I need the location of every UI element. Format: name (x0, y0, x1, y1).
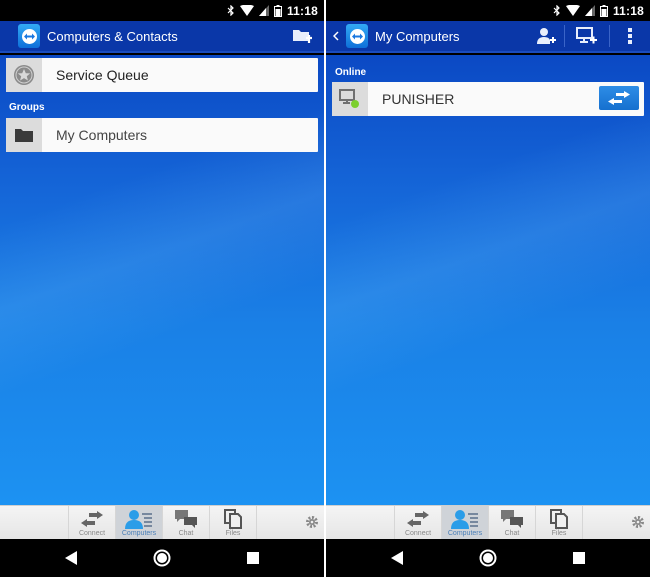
status-time: 11:18 (286, 3, 318, 18)
signal-icon (258, 5, 269, 16)
android-nav-bar (0, 539, 324, 577)
files-icon (224, 509, 242, 529)
nav-home-button[interactable] (142, 539, 182, 577)
back-button[interactable] (332, 29, 339, 44)
tab-label: Connect (78, 530, 106, 537)
content-area: Service Queue Groups My Computers (0, 55, 324, 505)
tab-label: Chat (504, 530, 520, 537)
computer-name: PUNISHER (382, 91, 455, 107)
tab-chat[interactable]: Chat (162, 506, 209, 539)
app-bar: Computers & Contacts (0, 21, 324, 53)
page-title: Computers & Contacts (47, 28, 178, 44)
more-options-button[interactable] (610, 21, 650, 51)
tab-label: Computers (121, 530, 157, 537)
teamviewer-logo-icon (18, 24, 40, 48)
tab-connect[interactable]: Connect (68, 506, 115, 539)
android-nav-bar (326, 539, 650, 577)
wifi-icon (239, 5, 254, 16)
bottom-tab-bar: Connect Computers Chat Files (326, 505, 650, 539)
signal-icon (584, 5, 595, 16)
group-item-my-computers[interactable]: My Computers (6, 118, 318, 152)
bluetooth-icon (227, 5, 234, 16)
folder-icon (15, 129, 33, 142)
nav-recents-button[interactable] (233, 539, 273, 577)
settings-button[interactable] (305, 515, 319, 534)
teamviewer-logo-icon (346, 24, 368, 48)
add-computer-icon (576, 27, 597, 44)
screen-my-computers: 11:18 My Computers Online PUNISHER Conne… (326, 0, 650, 577)
add-computer-button[interactable] (565, 21, 609, 51)
connect-arrows-icon (407, 511, 429, 527)
page-title: My Computers (375, 28, 460, 44)
files-icon (550, 509, 568, 529)
tab-label: Files (225, 530, 241, 537)
computers-contacts-icon (451, 510, 478, 529)
back-triangle-icon (391, 551, 403, 565)
chevron-left-icon (332, 30, 339, 41)
connect-button[interactable] (599, 86, 639, 110)
home-circle-icon (479, 549, 497, 567)
add-group-folder-icon (293, 29, 312, 43)
recents-square-icon (573, 552, 585, 564)
status-bar: 11:18 (326, 0, 650, 21)
service-queue-item[interactable]: Service Queue (6, 58, 318, 92)
computer-online-icon (339, 89, 359, 108)
computers-contacts-icon (125, 510, 152, 529)
recents-square-icon (247, 552, 259, 564)
nav-recents-button[interactable] (559, 539, 599, 577)
status-bar: 11:18 (0, 0, 324, 21)
nav-back-button[interactable] (377, 539, 417, 577)
tab-connect[interactable]: Connect (394, 506, 441, 539)
nav-home-button[interactable] (468, 539, 508, 577)
status-time: 11:18 (612, 3, 644, 18)
tab-files[interactable]: Files (209, 506, 256, 539)
more-vert-icon (628, 28, 632, 44)
tab-computers[interactable]: Computers (115, 506, 162, 539)
tab-files[interactable]: Files (535, 506, 582, 539)
add-contact-icon (537, 28, 556, 44)
chat-icon (175, 510, 197, 528)
content-area: Online PUNISHER (326, 55, 650, 505)
gear-icon (632, 516, 644, 528)
add-contact-button[interactable] (530, 21, 564, 51)
settings-button[interactable] (631, 515, 645, 534)
online-section-label: Online (335, 67, 367, 78)
groups-section-label: Groups (9, 102, 45, 113)
star-badge-icon (14, 65, 34, 85)
battery-icon (599, 4, 608, 17)
battery-icon (273, 4, 282, 17)
tab-label: Connect (404, 530, 432, 537)
tab-label: Files (551, 530, 567, 537)
connect-arrows-icon (81, 511, 103, 527)
chat-icon (501, 510, 523, 528)
group-label: My Computers (56, 127, 148, 143)
home-circle-icon (153, 549, 171, 567)
bluetooth-icon (553, 5, 560, 16)
service-queue-label: Service Queue (56, 67, 149, 83)
nav-back-button[interactable] (51, 539, 91, 577)
app-bar: My Computers (326, 21, 650, 53)
computer-item-punisher[interactable]: PUNISHER (332, 82, 644, 116)
wifi-icon (565, 5, 580, 16)
connect-arrows-icon (608, 91, 630, 105)
tab-label: Chat (178, 530, 194, 537)
bottom-tab-bar: Connect Computers Chat Files (0, 505, 324, 539)
back-triangle-icon (65, 551, 77, 565)
screen-computers-contacts: 11:18 Computers & Contacts Service Queue… (0, 0, 324, 577)
gear-icon (306, 516, 318, 528)
tab-computers[interactable]: Computers (441, 506, 488, 539)
tab-chat[interactable]: Chat (488, 506, 535, 539)
add-group-button[interactable] (286, 21, 320, 51)
tab-label: Computers (447, 530, 483, 537)
